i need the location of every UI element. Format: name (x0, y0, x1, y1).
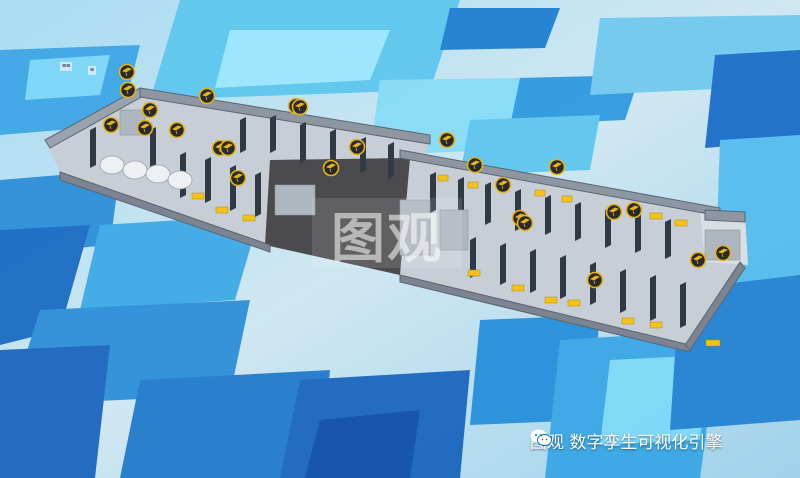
cctv-camera-icon[interactable] (198, 87, 216, 105)
cctv-camera-icon[interactable] (605, 203, 623, 221)
brand-caption: 图观 数字孪生可视化引擎 (530, 428, 723, 453)
cctv-camera-icon[interactable] (229, 169, 247, 187)
digital-twin-viewport[interactable]: 图观 ≡≡ ≡ 图观 数字孪生可视化引擎 (0, 0, 800, 478)
cctv-camera-icon[interactable] (348, 138, 366, 156)
floating-sign: ≡≡ (60, 62, 73, 71)
cctv-camera-icon[interactable] (141, 101, 159, 119)
cctv-camera-icon[interactable] (625, 201, 643, 219)
cctv-camera-icon[interactable] (586, 271, 604, 289)
cctv-camera-icon[interactable] (291, 98, 309, 116)
cctv-camera-icon[interactable] (322, 159, 340, 177)
cctv-camera-icon[interactable] (438, 131, 456, 149)
cctv-camera-icon[interactable] (714, 244, 732, 262)
center-watermark: 图观 (312, 198, 462, 270)
brand-text: 图观 数字孪生可视化引擎 (530, 432, 723, 453)
wechat-icon (530, 429, 552, 446)
cctv-camera-icon[interactable] (219, 139, 237, 157)
cctv-camera-icon[interactable] (102, 116, 120, 134)
cctv-camera-icon[interactable] (516, 214, 534, 232)
cctv-camera-icon[interactable] (119, 81, 137, 99)
cctv-camera-icon[interactable] (168, 121, 186, 139)
cctv-camera-icon[interactable] (118, 63, 136, 81)
cctv-camera-icon[interactable] (689, 251, 707, 269)
cctv-camera-icon[interactable] (548, 158, 566, 176)
floating-sign: ≡ (88, 66, 97, 75)
cctv-camera-icon[interactable] (494, 176, 512, 194)
cctv-camera-icon[interactable] (136, 119, 154, 137)
cctv-camera-icon[interactable] (466, 156, 484, 174)
